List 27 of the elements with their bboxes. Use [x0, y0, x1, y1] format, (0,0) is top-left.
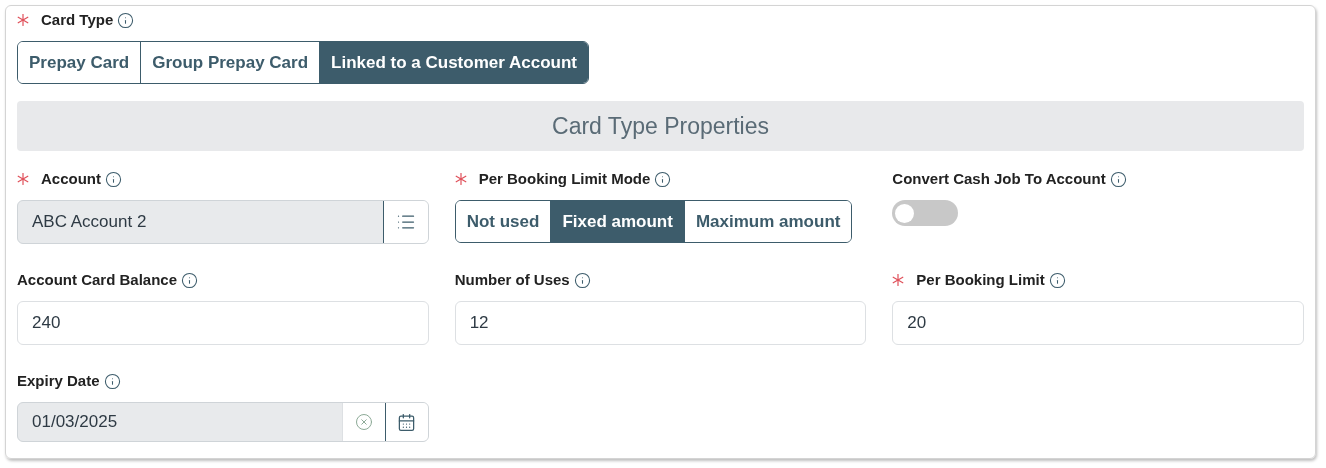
field-label: Account Card Balance	[17, 269, 178, 290]
field-value: ABC Account 2	[31, 211, 148, 234]
field-label: Card Type	[41, 9, 114, 30]
text-field[interactable]: 12	[454, 301, 867, 345]
calendar-icon	[397, 412, 417, 432]
toggle-switch[interactable]	[892, 200, 959, 226]
field-label: Convert Cash Job To Account	[892, 168, 1106, 189]
info-icon[interactable]	[105, 170, 122, 188]
info-icon[interactable]	[654, 170, 672, 188]
section-title: Card Type Properties	[552, 111, 769, 141]
field-label: Number of Uses	[454, 269, 570, 290]
field-label: Account	[41, 168, 101, 189]
text-field[interactable]: 240	[17, 301, 429, 345]
clear-icon	[354, 413, 373, 431]
field-label: Per Booking Limit	[916, 269, 1045, 290]
segment-option[interactable]: Linked to a Customer Account	[319, 42, 588, 83]
segment-option[interactable]: Maximum amount	[683, 201, 852, 242]
info-icon[interactable]	[117, 11, 135, 29]
info-icon[interactable]	[1109, 170, 1127, 188]
info-icon[interactable]	[573, 271, 591, 289]
segment-option[interactable]: Fixed amount	[550, 201, 684, 242]
info-icon[interactable]	[181, 271, 199, 289]
field-value: 01/03/2025	[31, 411, 119, 434]
info-icon[interactable]	[1048, 271, 1066, 289]
text-field[interactable]: 20	[892, 301, 1304, 345]
field-label: Expiry Date	[17, 370, 100, 391]
field-label: Per Booking Limit Mode	[478, 168, 651, 189]
